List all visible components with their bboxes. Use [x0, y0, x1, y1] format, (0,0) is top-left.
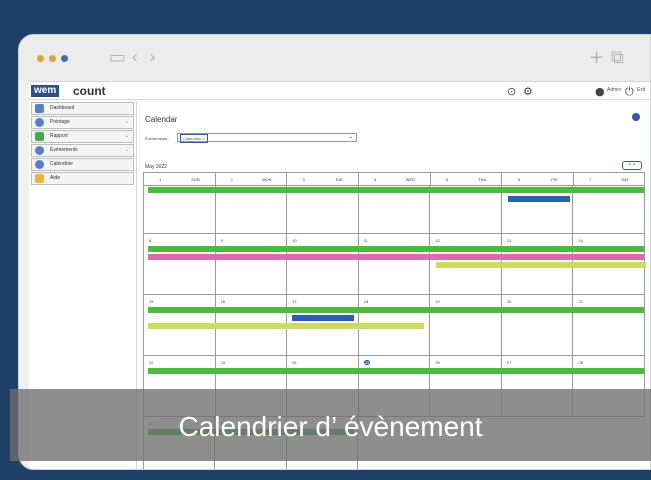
window-dot[interactable]	[37, 55, 44, 62]
sidebar-toggle-icon[interactable]: ▭	[109, 47, 126, 68]
browser-toolbar: ▭ ‹ › + ⧉	[19, 35, 650, 81]
help-icon	[35, 174, 44, 183]
event-bar[interactable]	[148, 246, 644, 252]
report-icon	[35, 132, 44, 141]
event-bar[interactable]	[148, 254, 644, 260]
sidebar-item-label: Dashboard	[50, 105, 75, 111]
user-icon[interactable]: ●	[595, 85, 605, 98]
dashboard-icon	[35, 104, 44, 113]
chevron-down-icon: ⌄	[124, 133, 129, 139]
event-bar[interactable]	[148, 368, 644, 374]
logout-label[interactable]: Exit	[637, 87, 645, 93]
weekday-cell: 3 TUE	[286, 172, 359, 186]
day-cell[interactable]	[502, 186, 574, 233]
calendar-icon	[35, 160, 44, 169]
sidebar-item-evenements[interactable]: Événements ⌄	[31, 144, 134, 157]
sidebar-item-pointage[interactable]: Pointage ⌄	[31, 116, 134, 129]
power-icon[interactable]: ⏻	[625, 85, 634, 99]
tabs-icon[interactable]: ⧉	[611, 47, 624, 68]
day-cell[interactable]: 11	[359, 234, 431, 294]
chevron-down-icon: ⌄	[348, 134, 353, 140]
calendar-week	[143, 186, 646, 234]
sidebar-item-label: Rapport	[50, 133, 68, 139]
events-icon	[35, 146, 44, 155]
clock-icon	[35, 118, 44, 127]
filter-chip[interactable]: Calendrier ×	[180, 134, 208, 143]
sidebar-item-label: Pointage	[50, 119, 70, 125]
month-label: May 2022	[145, 164, 167, 170]
chevron-down-icon: ⌄	[124, 147, 129, 153]
calendar-week: 8 9 10 11 12 13 14	[143, 234, 646, 295]
caption-text: Calendrier d’ évènement	[178, 411, 483, 442]
gear-icon[interactable]: ⚙	[523, 85, 533, 98]
window-dot[interactable]	[61, 55, 68, 62]
forward-icon[interactable]: ›	[149, 47, 156, 68]
window-dot[interactable]	[49, 55, 56, 62]
day-cell[interactable]	[359, 186, 431, 233]
back-icon[interactable]: ‹	[131, 47, 138, 68]
caption-overlay: Calendrier d’ évènement	[10, 389, 651, 461]
new-tab-icon[interactable]: +	[589, 47, 604, 68]
sidebar-item-rapport[interactable]: Rapport ⌄	[31, 130, 134, 143]
logo-text: count	[73, 84, 106, 98]
sidebar-item-calendrier[interactable]: Calendrier	[31, 158, 134, 171]
day-cell[interactable]: 19	[430, 295, 502, 355]
day-cell[interactable]: 20	[502, 295, 574, 355]
sidebar-item-dashboard[interactable]: Dashboard	[31, 102, 134, 115]
weekday-cell: 7 SAT	[573, 172, 645, 186]
weekday-cell: 1 SUN	[143, 172, 215, 186]
user-label[interactable]: Admin	[607, 87, 621, 93]
month-nav-buttons[interactable]: < >	[622, 161, 642, 170]
sidebar-item-label: Calendrier	[50, 161, 74, 167]
sidebar-item-label: Événements	[50, 147, 78, 153]
weekday-cell: 6 FRI	[501, 172, 574, 186]
app-header: wem count ⊙ ⚙ ● Admin ⏻ Exit	[29, 82, 650, 100]
day-cell[interactable]: 9	[216, 234, 288, 294]
chevron-down-icon: ⌄	[124, 119, 129, 125]
day-cell[interactable]: 10	[287, 234, 359, 294]
day-cell[interactable]	[144, 186, 216, 233]
day-cell[interactable]	[216, 186, 288, 233]
weekday-cell: 4 WED	[358, 172, 430, 186]
day-cell[interactable]: 21	[573, 295, 646, 355]
weekday-cell: 5 THU	[429, 172, 502, 186]
day-cell[interactable]	[430, 186, 502, 233]
event-bar[interactable]	[508, 196, 570, 202]
logo: wem	[31, 85, 60, 97]
day-cell[interactable]: 8	[144, 234, 216, 294]
filter-label: Événements :	[145, 136, 170, 141]
event-bar[interactable]	[148, 187, 644, 193]
settings-icon[interactable]	[632, 113, 640, 121]
day-cell[interactable]	[287, 186, 359, 233]
weekday-header: 1 SUN 2 MON 3 TUE 4 WED 5 THU 6 FRI 7 SAT	[143, 172, 645, 186]
page-title: Calendar	[145, 115, 178, 124]
day-cell[interactable]	[573, 186, 646, 233]
sidebar-item-label: Aide	[50, 175, 61, 181]
event-bar[interactable]	[148, 307, 644, 313]
clock-icon[interactable]: ⊙	[507, 85, 516, 98]
calendar-week: 15 16 17 18 19 20 21	[143, 295, 646, 356]
weekday-cell: 2 MON	[214, 172, 287, 186]
event-bar[interactable]	[292, 315, 354, 321]
event-bar[interactable]	[436, 262, 646, 268]
sidebar-item-aide[interactable]: Aide	[31, 172, 134, 185]
event-bar[interactable]	[148, 323, 424, 329]
event-filter-select[interactable]: Calendrier × ⌄	[177, 133, 357, 143]
